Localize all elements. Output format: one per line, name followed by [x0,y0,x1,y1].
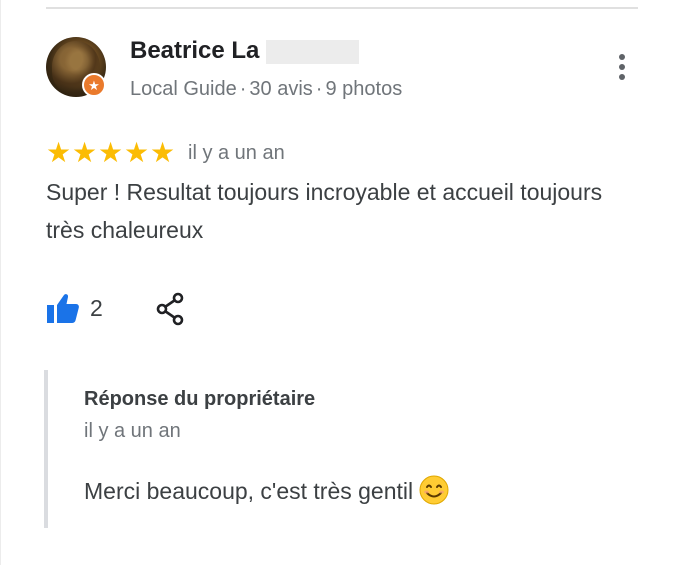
name-redaction [266,40,359,64]
star-icon: ★ [46,137,72,168]
more-dot [619,54,625,60]
meta-separator: · [239,78,247,100]
star-rating: ★ ★ ★ ★ ★ [46,138,175,168]
reviewer-meta: Local Guide · 30 avis · 9 photos [130,78,402,101]
thumbs-up-icon [47,294,79,323]
star-icon: ★ [98,137,124,168]
reviewer-role: Local Guide [130,78,237,100]
star-icon: ★ [150,137,176,168]
star-icon: ★ [72,137,98,168]
more-vertical-icon[interactable] [610,50,634,84]
review-time: il y a un an [188,142,285,164]
owner-reply-time: il y a un an [84,420,181,442]
share-icon [156,292,184,326]
local-guide-badge-icon: ★ [82,73,106,97]
card-edge [0,0,1,565]
like-button[interactable]: 2 [46,290,103,326]
owner-reply-text-line: Merci beaucoup, c'est très gentil [84,475,449,508]
share-button[interactable] [154,292,186,326]
owner-reply-title: Réponse du propriétaire [84,388,316,410]
meta-separator: · [315,78,323,100]
owner-reply-text: Merci beaucoup, c'est très gentil [84,478,414,505]
star-icon: ★ [124,137,150,168]
more-dot [619,74,625,80]
more-dot [619,64,625,70]
star-badge-icon: ★ [88,77,100,93]
like-count: 2 [90,294,103,321]
reviewer-review-count: 30 avis [249,78,313,100]
owner-reply: Réponse du propriétaire il y a un an Mer… [44,370,608,528]
reviewer-photo-count: 9 photos [325,78,403,100]
review-text: Super ! Resultat toujours incroyable et … [46,179,603,243]
reviewer-name[interactable]: Beatrice La [130,37,259,65]
review-card: ★ Beatrice La Local Guide · 30 avis · 9 phot… [0,0,682,565]
top-divider [46,7,638,9]
smiling-face-emoji-icon [419,475,449,505]
